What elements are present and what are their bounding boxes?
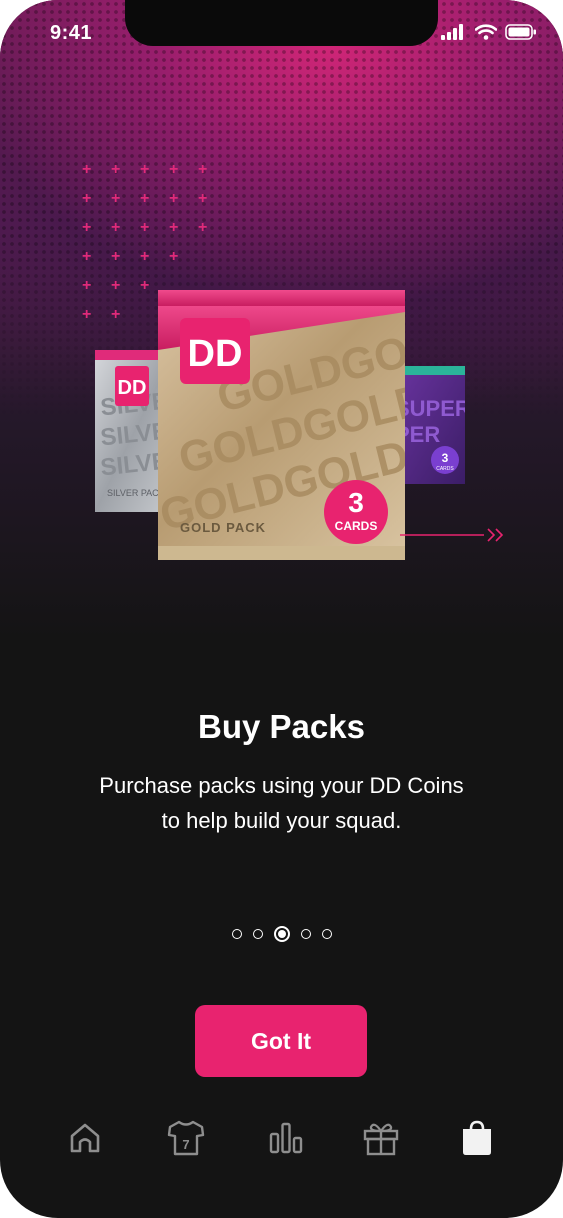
gold-pack-count: 3 (348, 487, 364, 518)
svg-text:CARDS: CARDS (436, 466, 454, 472)
swipe-arrow-icon (400, 528, 504, 542)
stats-icon (269, 1122, 303, 1154)
phone-screen: 9:41 + + + + + + + + + + + + + + + + + + + + + + + + (0, 0, 563, 1218)
page-dot[interactable] (252, 929, 263, 939)
signal-icon (441, 24, 463, 40)
page-description: Purchase packs using your DD Coins to he… (60, 768, 503, 838)
status-time: 9:41 (50, 22, 93, 44)
page-indicator (0, 926, 563, 942)
description-line-1: Purchase packs using your DD Coins (99, 773, 464, 798)
tab-stats[interactable] (260, 1110, 312, 1166)
silver-pack-name: SILVER PACK (107, 488, 165, 498)
shopping-bag-icon (463, 1120, 491, 1155)
gold-pack: GOLDGOLD GOLDGOLDG GOLDGOLDG DD GOLD PAC… (158, 290, 405, 560)
gold-pack-logo: DD (188, 333, 243, 375)
description-line-2: to help build your squad. (161, 808, 402, 833)
device-notch (125, 0, 438, 46)
wifi-icon (475, 24, 497, 40)
tab-shop[interactable] (451, 1110, 503, 1166)
bottom-tab-bar: 7 (0, 1110, 563, 1170)
tab-rewards[interactable] (355, 1110, 407, 1166)
got-it-button[interactable]: Got It (195, 1005, 367, 1077)
jersey-icon: 7 (167, 1120, 205, 1156)
battery-icon (505, 24, 536, 40)
gold-pack-name: GOLD PACK (180, 520, 266, 535)
tab-squad[interactable]: 7 (160, 1110, 212, 1166)
jersey-number: 7 (182, 1137, 189, 1152)
svg-text:DD: DD (118, 377, 147, 399)
svg-text:CARDS: CARDS (335, 519, 378, 533)
page-dot-active[interactable] (273, 926, 290, 942)
page-dot[interactable] (321, 929, 332, 939)
page-dot[interactable] (300, 929, 311, 939)
super-pack-count: 3 (442, 451, 449, 465)
super-pack-word: SUPER (395, 396, 465, 421)
status-icons (441, 24, 537, 40)
tab-home[interactable] (59, 1110, 111, 1166)
page-title: Buy Packs (198, 708, 365, 745)
page-dot[interactable] (231, 929, 242, 939)
gift-icon (363, 1123, 399, 1156)
super-pack: SUPER PER 3 CARDS (395, 366, 465, 484)
home-icon (70, 1123, 100, 1153)
